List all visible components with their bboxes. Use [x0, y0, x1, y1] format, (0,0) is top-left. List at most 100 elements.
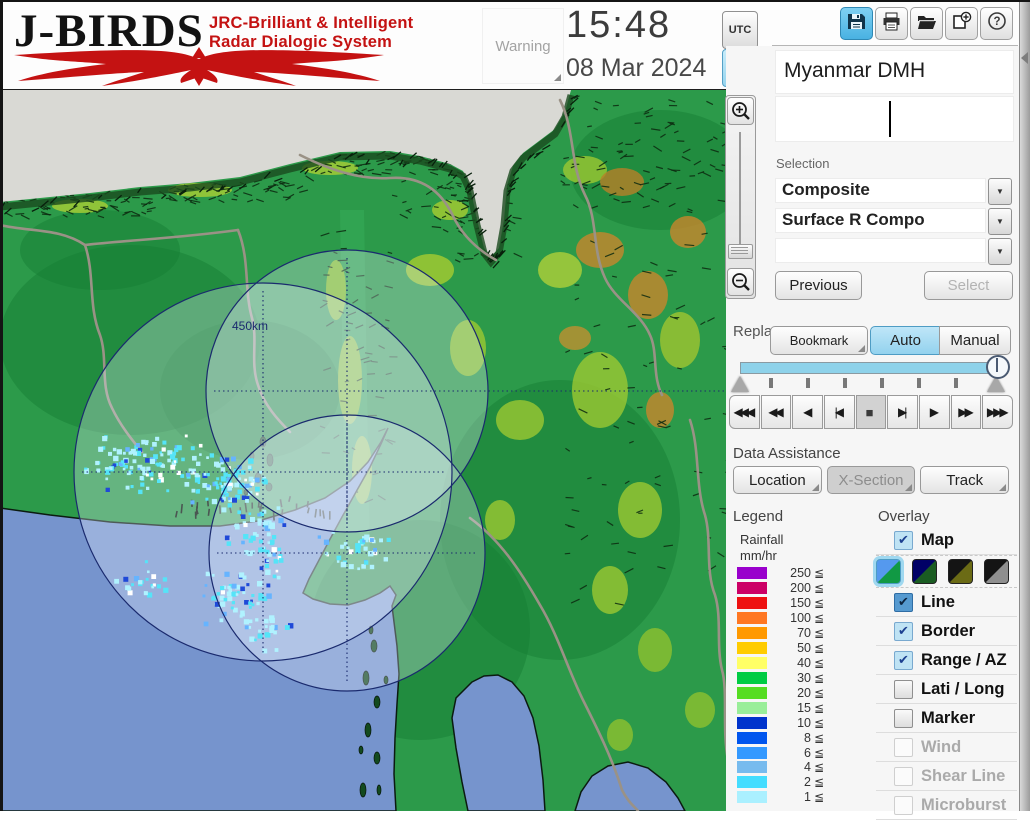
zoom-out-button[interactable] [727, 268, 754, 296]
checkbox[interactable]: ✔ [894, 593, 913, 612]
play-reverse-button[interactable]: ◀ [792, 395, 823, 429]
overlay-item-wind[interactable]: Wind [876, 733, 1017, 762]
overlay-item-lati-long[interactable]: Lati / Long [876, 675, 1017, 704]
zoom-slider-track[interactable] [739, 132, 741, 250]
legend-section-label: Legend [733, 508, 783, 525]
legend-row: 1≦ [737, 790, 837, 805]
map-style-2[interactable] [912, 559, 937, 584]
panel-edge-bar[interactable] [1019, 0, 1030, 811]
collapse-panel-icon[interactable] [1021, 52, 1028, 64]
rewind-button[interactable]: ◀◀ [761, 395, 792, 429]
legend-color-swatch [737, 627, 767, 639]
previous-button[interactable]: Previous [775, 271, 862, 300]
checkbox[interactable] [894, 796, 913, 815]
chevron-down-icon[interactable]: ▼ [988, 178, 1012, 205]
save-icon [847, 12, 866, 36]
legend-lte-symbol: ≦ [814, 581, 824, 595]
location-button[interactable]: Location [733, 466, 822, 494]
legend-row: 40≦ [737, 656, 837, 671]
legend-row: 200≦ [737, 581, 837, 596]
menu-corner-icon [812, 484, 819, 491]
legend-lte-symbol: ≦ [814, 626, 824, 640]
zoom-slider-thumb[interactable] [728, 244, 753, 259]
timezone-utc-button[interactable]: UTC [722, 11, 758, 49]
print-button[interactable] [875, 7, 908, 40]
fast-forward-full-button[interactable]: ▶▶▶ [982, 395, 1013, 429]
save-button[interactable] [840, 7, 873, 40]
open-folder-icon [917, 12, 937, 36]
help-icon: ? [987, 11, 1007, 36]
legend-value: 40 [767, 656, 811, 670]
range-ring-label: 450km [232, 319, 268, 333]
legend-color-swatch [737, 791, 767, 803]
legend-lte-symbol: ≦ [814, 641, 824, 655]
magnifier-plus-icon [730, 100, 752, 122]
open-folder-button[interactable] [910, 7, 943, 40]
overlay-item-marker[interactable]: Marker [876, 704, 1017, 733]
legend-lte-symbol: ≦ [814, 746, 824, 760]
overlay-item-shear-line[interactable]: Shear Line [876, 762, 1017, 791]
legend-value: 100 [767, 611, 811, 625]
station-name-field[interactable]: Myanmar DMH [775, 50, 1014, 94]
overlay-item-range-az[interactable]: ✔Range / AZ [876, 646, 1017, 675]
dropdown-category[interactable]: Composite ▼ [775, 178, 1012, 203]
map-style-4[interactable] [984, 559, 1009, 584]
x-section-button[interactable]: X-Section [827, 466, 916, 494]
overlay-item-microburst[interactable]: Microburst [876, 791, 1017, 820]
rewind-full-button[interactable]: ◀◀◀ [729, 395, 760, 429]
chevron-down-icon[interactable]: ▼ [988, 208, 1012, 235]
auto-mode-button[interactable]: Auto [870, 326, 941, 355]
bookmark-button[interactable]: Bookmark [770, 326, 868, 355]
legend-color-swatch [737, 672, 767, 684]
legend-color-swatch [737, 776, 767, 788]
map-style-1[interactable] [876, 559, 901, 584]
checkbox[interactable]: ✔ [894, 622, 913, 641]
overlay-list: ✔Map ✔Line✔Border✔Range / AZLati / LongMa… [876, 526, 1017, 820]
step-back-button[interactable]: |◀ [824, 395, 855, 429]
add-window-button[interactable] [945, 7, 978, 40]
magnifier-minus-icon [730, 271, 752, 293]
data-assistance-label: Data Assistance [733, 445, 841, 462]
legend-color-swatch [737, 687, 767, 699]
slider-start-marker-icon[interactable] [731, 376, 749, 392]
checkbox[interactable] [894, 709, 913, 728]
legend-row: 10≦ [737, 715, 837, 730]
rainfall-legend: 250≦200≦150≦100≦70≦50≦40≦30≦20≦15≦10≦8≦6… [737, 566, 837, 805]
overlay-item-line[interactable]: ✔Line [876, 588, 1017, 617]
map-style-3[interactable] [948, 559, 973, 584]
legend-row: 100≦ [737, 611, 837, 626]
play-button[interactable]: ▶ [919, 395, 950, 429]
legend-value: 1 [767, 790, 811, 804]
replay-slider-track[interactable] [740, 362, 1008, 374]
radar-map[interactable]: 450km [0, 90, 730, 811]
entry-field[interactable] [775, 96, 1014, 142]
legend-value: 30 [767, 671, 811, 685]
overlay-item-border[interactable]: ✔Border [876, 617, 1017, 646]
stop-button[interactable]: ■ [856, 395, 887, 429]
dropdown-product[interactable]: Surface R Compo ▼ [775, 208, 1012, 233]
legend-value: 70 [767, 626, 811, 640]
warning-button[interactable]: Warning [482, 8, 564, 84]
legend-lte-symbol: ≦ [814, 760, 824, 774]
manual-mode-button[interactable]: Manual [939, 326, 1011, 355]
replay-slider-thumb[interactable] [986, 355, 1010, 379]
legend-value: 200 [767, 581, 811, 595]
legend-color-swatch [737, 717, 767, 729]
track-button[interactable]: Track [920, 466, 1009, 494]
checkbox[interactable] [894, 680, 913, 699]
legend-color-swatch [737, 567, 767, 579]
fast-forward-button[interactable]: ▶▶ [951, 395, 982, 429]
step-forward-button[interactable]: ▶| [887, 395, 918, 429]
help-button[interactable]: ? [980, 7, 1013, 40]
checkbox[interactable]: ✔ [894, 651, 913, 670]
legend-color-swatch [737, 732, 767, 744]
overlay-item-map[interactable]: ✔Map [876, 526, 1017, 555]
checkbox[interactable]: ✔ [894, 531, 913, 550]
checkbox[interactable] [894, 767, 913, 786]
select-button[interactable]: Select [924, 271, 1013, 300]
chevron-down-icon[interactable]: ▼ [988, 238, 1012, 265]
dropdown-extra[interactable]: ▼ [775, 238, 1012, 263]
station-name: Myanmar DMH [784, 59, 925, 83]
zoom-in-button[interactable] [727, 97, 754, 125]
checkbox[interactable] [894, 738, 913, 757]
